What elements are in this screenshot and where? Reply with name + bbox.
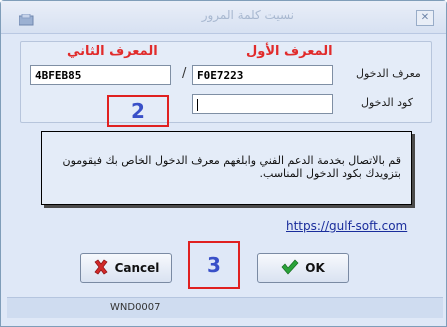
- window-title: نسيت كلمة المرور: [201, 8, 294, 22]
- app-icon: [18, 11, 35, 26]
- first-id-header: المعرف الأول: [246, 44, 333, 59]
- login-code-input[interactable]: [192, 94, 333, 114]
- website-link[interactable]: https://gulf-soft.com: [286, 219, 407, 233]
- id-separator: /: [182, 66, 187, 81]
- close-icon[interactable]: ✕: [416, 10, 434, 26]
- annotation-marker-2: 2: [107, 95, 169, 127]
- cancel-button[interactable]: Cancel: [80, 253, 172, 283]
- annotation-marker-3: 3: [188, 241, 240, 289]
- ok-button[interactable]: OK: [257, 253, 349, 283]
- text-caret: [197, 99, 198, 111]
- first-id-field[interactable]: F0E7223: [192, 65, 333, 85]
- login-id-label: معرف الدخول: [356, 67, 421, 80]
- status-bar: WND0007: [7, 297, 443, 318]
- window-code: WND0007: [110, 302, 161, 313]
- login-code-label: كود الدخول: [361, 96, 413, 109]
- title-bar: نسيت كلمة المرور ✕: [1, 1, 446, 34]
- checkmark-icon: [281, 258, 299, 278]
- second-id-field[interactable]: 4BFEB85: [30, 65, 171, 85]
- support-message: قم بالاتصال بخدمة الدعم الفني وابلغهم مع…: [62, 154, 402, 180]
- ok-label: OK: [305, 261, 325, 275]
- cancel-label: Cancel: [114, 261, 160, 275]
- login-id-panel: المعرف الأول المعرف الثاني 4BFEB85 / F0E…: [20, 41, 432, 123]
- second-id-header: المعرف الثاني: [67, 44, 158, 59]
- cancel-icon: [93, 259, 109, 278]
- info-message-box: قم بالاتصال بخدمة الدعم الفني وابلغهم مع…: [41, 131, 412, 205]
- forgot-password-dialog: نسيت كلمة المرور ✕ المعرف الأول المعرف ا…: [0, 0, 447, 327]
